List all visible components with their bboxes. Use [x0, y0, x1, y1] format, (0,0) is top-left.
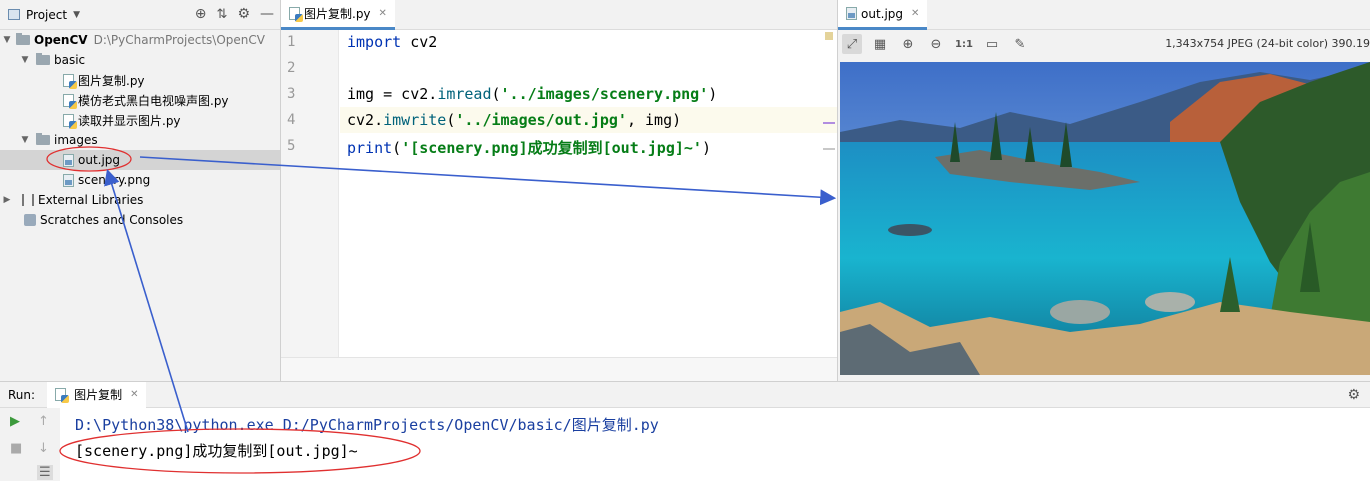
expand-arrow-icon[interactable]: ▼ — [2, 35, 12, 45]
code-line-1[interactable]: import cv2 — [347, 33, 437, 51]
line-number: 1 — [287, 34, 296, 50]
tree-item-file[interactable]: 图片复制.py — [0, 70, 280, 90]
run-panel: Run: 图片复制 ✕ ⚙ ▶ ↑ ■ ↓ ☰ D:\Python38\pyth… — [0, 381, 1370, 481]
project-title[interactable]: Project — [26, 8, 67, 22]
viewer-tab-bar: out.jpg ✕ — [838, 0, 1370, 30]
tree-item-file[interactable]: 模仿老式黑白电视噪声图.py — [0, 90, 280, 110]
tree-item-images[interactable]: ▼ images — [0, 130, 280, 150]
code-line-4[interactable]: cv2.imwrite('../images/out.jpg', img) — [347, 111, 681, 129]
tree-item-label: 模仿老式黑白电视噪声图.py — [78, 93, 229, 108]
tree-item-external-libraries[interactable]: ▶ External Libraries — [0, 190, 280, 210]
python-file-icon — [289, 7, 303, 22]
tree-item-label: 图片复制.py — [78, 73, 145, 88]
image-info: 1,343x754 JPEG (24-bit color) 390.19 — [1165, 37, 1370, 50]
library-icon — [22, 194, 34, 206]
tree-item-label: 读取并显示图片.py — [78, 113, 181, 128]
expand-arrow-icon[interactable]: ▼ — [20, 55, 30, 65]
close-icon[interactable]: ✕ — [379, 8, 387, 19]
change-marker — [823, 148, 835, 150]
tab-run-config[interactable]: 图片复制 ✕ — [47, 381, 147, 408]
code-editor[interactable]: 图片复制.py ✕ 1 2 3 4 5 import cv2 img = cv2… — [281, 0, 838, 381]
folder-icon — [36, 53, 50, 65]
zoom-out-icon[interactable]: ⊖ — [926, 34, 946, 54]
tree-item-label: out.jpg — [78, 153, 121, 167]
image-file-icon — [846, 7, 857, 20]
inspection-marker-icon — [825, 32, 833, 40]
locate-icon[interactable]: ⊕ — [195, 6, 207, 22]
close-icon[interactable]: ✕ — [911, 8, 919, 19]
arrow-up-icon[interactable]: ↑ — [38, 414, 49, 429]
tab-image-copy-py[interactable]: 图片复制.py ✕ — [281, 0, 395, 30]
chevron-down-icon[interactable]: ▼ — [73, 10, 80, 20]
run-label: Run: — [8, 387, 36, 402]
python-file-icon — [63, 73, 77, 89]
tree-item-label: basic — [54, 53, 86, 67]
run-toolbar: ▶ ↑ ■ ↓ ☰ — [0, 408, 60, 481]
tree-item-label: Scratches and Consoles — [40, 213, 184, 227]
line-number: 3 — [287, 86, 296, 102]
code-line-3[interactable]: img = cv2.imread('../images/scenery.png'… — [347, 85, 717, 103]
color-picker-icon[interactable]: ✎ — [1010, 34, 1030, 54]
collapse-icon[interactable]: ⇅ — [217, 7, 228, 22]
editor-breadcrumb-bar — [281, 357, 837, 381]
tree-item-label: External Libraries — [38, 193, 144, 207]
project-root-path: D:\PyCharmProjects\OpenCV — [93, 33, 265, 47]
folder-icon — [16, 33, 30, 45]
fit-window-icon[interactable]: ▭ — [982, 34, 1002, 54]
scratches-icon — [24, 214, 36, 226]
tree-item-file[interactable]: 读取并显示图片.py — [0, 110, 280, 130]
tree-item-basic[interactable]: ▼ basic — [0, 50, 280, 70]
project-panel-header: Project ▼ ⊕ ⇅ ⚙ — — [0, 0, 280, 30]
ide-window: Project ▼ ⊕ ⇅ ⚙ — ▼ OpenCV D:\PyCharmPro… — [0, 0, 1370, 481]
tree-item-label: images — [54, 133, 98, 147]
expand-arrow-icon[interactable]: ▼ — [20, 135, 30, 145]
run-panel-header: Run: 图片复制 ✕ ⚙ — [0, 381, 1370, 408]
arrow-down-icon[interactable]: ↓ — [38, 441, 49, 456]
close-icon[interactable]: ✕ — [130, 389, 138, 400]
zoom-in-icon[interactable]: ⊕ — [898, 34, 918, 54]
grid-icon[interactable]: ▦ — [870, 34, 890, 54]
python-file-icon — [63, 113, 77, 129]
image-viewer: out.jpg ✕ ⤢ ▦ ⊕ ⊖ 1:1 ▭ ✎ 1,343x754 JPEG… — [838, 0, 1370, 381]
tab-out-jpg[interactable]: out.jpg ✕ — [838, 0, 928, 30]
tree-item-project-root[interactable]: ▼ OpenCV D:\PyCharmProjects\OpenCV — [0, 30, 280, 50]
project-root-name: OpenCV — [34, 33, 88, 47]
project-panel: Project ▼ ⊕ ⇅ ⚙ — ▼ OpenCV D:\PyCharmPro… — [0, 0, 281, 381]
change-marker — [823, 122, 835, 124]
soft-wrap-icon[interactable]: ☰ — [37, 465, 53, 480]
line-number: 5 — [287, 138, 296, 154]
editor-tab-bar: 图片复制.py ✕ — [281, 0, 837, 40]
tab-label: out.jpg — [861, 6, 904, 21]
python-file-icon — [63, 93, 77, 109]
line-number: 4 — [287, 112, 296, 128]
minimize-icon[interactable]: — — [260, 6, 274, 22]
tree-item-out-jpg[interactable]: out.jpg — [0, 150, 280, 170]
landscape-image — [840, 62, 1370, 375]
folder-icon — [36, 133, 50, 145]
tab-label: 图片复制.py — [304, 7, 371, 21]
code-line-5[interactable]: print('[scenery.png]成功复制到[out.jpg]~') — [347, 137, 711, 158]
console-command-line: D:\Python38\python.exe D:/PyCharmProject… — [75, 416, 659, 434]
run-tab-label: 图片复制 — [74, 388, 123, 402]
gear-icon[interactable]: ⚙ — [1347, 387, 1360, 403]
tree-item-scratches[interactable]: Scratches and Consoles — [0, 210, 280, 230]
line-number: 2 — [287, 60, 296, 76]
actual-size-button[interactable]: 1:1 — [954, 34, 974, 54]
tree-item-label: scenery.png — [78, 173, 151, 187]
expand-arrow-icon[interactable]: ▶ — [2, 195, 12, 205]
stop-icon[interactable]: ■ — [10, 441, 22, 456]
console-output-line: [scenery.png]成功复制到[out.jpg]~ — [75, 442, 358, 460]
fit-zoom-icon[interactable]: ⤢ — [842, 34, 862, 54]
python-file-icon — [55, 388, 70, 403]
gear-icon[interactable]: ⚙ — [237, 6, 250, 22]
rerun-icon[interactable]: ▶ — [10, 414, 20, 429]
image-file-icon — [63, 153, 74, 167]
line-number-gutter: 1 2 3 4 5 — [281, 30, 339, 357]
tree-item-scenery-png[interactable]: scenery.png — [0, 170, 280, 190]
project-view-icon — [8, 9, 20, 20]
image-file-icon — [63, 173, 74, 187]
